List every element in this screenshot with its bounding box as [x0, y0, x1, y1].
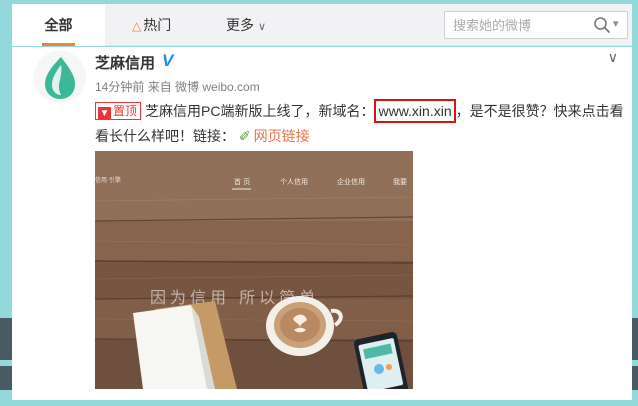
- post-meta: 14分钟前 来自 微博 weibo.com: [95, 78, 260, 95]
- tab-all-label: 全部: [44, 17, 73, 33]
- image-nav-more: 我要: [393, 177, 407, 186]
- backdrop-strip-left: [0, 318, 12, 360]
- highlighted-domain: www.xin.xin: [374, 99, 456, 123]
- image-nav-home: 首 页: [234, 177, 250, 186]
- search-box: ▾: [444, 11, 628, 39]
- tab-hot[interactable]: △ 热门: [132, 4, 171, 46]
- post-image[interactable]: 首 页 个人信用 企业信用 我要 信用 引擎 因为信用 所以简单: [95, 151, 413, 389]
- image-nav-business: 企业信用: [337, 177, 365, 186]
- backdrop-strip-right-lower: [632, 366, 638, 390]
- post-source: 来自 微博 weibo.com: [147, 80, 260, 94]
- search-dropdown-caret-icon[interactable]: ▾: [613, 17, 619, 30]
- pinned-label: 置顶: [113, 104, 138, 118]
- web-link-label: 网页链接: [253, 128, 310, 144]
- tab-more[interactable]: 更多 ∨: [226, 4, 266, 46]
- search-input[interactable]: [453, 16, 593, 34]
- flame-icon: △: [132, 19, 142, 33]
- image-nav-personal: 个人信用: [280, 177, 308, 186]
- post-author-name[interactable]: 芝麻信用: [95, 52, 155, 73]
- backdrop-strip-right: [632, 318, 638, 360]
- tab-hot-label: 热门: [143, 17, 172, 33]
- search-icon[interactable]: [593, 16, 611, 34]
- post-image-graphic: 首 页 个人信用 企业信用 我要 信用 引擎 因为信用 所以简单: [95, 151, 413, 389]
- tab-all[interactable]: 全部: [12, 4, 105, 46]
- image-side-text: 信用 引擎: [95, 176, 121, 184]
- sesame-credit-logo-icon: [45, 57, 75, 99]
- pin-icon: ▼: [98, 107, 111, 120]
- tab-more-label: 更多: [226, 17, 254, 33]
- active-tab-underline: [42, 43, 75, 46]
- avatar[interactable]: [34, 51, 86, 103]
- weibo-post-card: ∨ 芝麻信用 V 14分钟前 来自 微博 weibo.com ▼ 置顶 芝麻信用PC…: [12, 47, 632, 400]
- pinned-badge: ▼ 置顶: [95, 102, 142, 120]
- profile-tab-bar: 全部 △热门 更多 ∨ ▾: [12, 4, 632, 46]
- post-menu-chevron-icon[interactable]: ∨: [608, 49, 618, 66]
- post-text-before: 芝麻信用PC端新版上线了，新域名：: [145, 103, 375, 119]
- link-icon: ✐: [238, 128, 251, 144]
- backdrop-strip-left-lower: [0, 366, 12, 390]
- chevron-down-icon: ∨: [258, 21, 267, 33]
- verified-badge-icon: V: [162, 51, 174, 70]
- post-text: ▼ 置顶 芝麻信用PC端新版上线了，新域名： www.xin.xin ，是不是很赞？快来…: [95, 99, 625, 149]
- web-link[interactable]: ✐ 网页链接: [239, 128, 310, 144]
- post-time[interactable]: 14分钟前: [95, 80, 144, 94]
